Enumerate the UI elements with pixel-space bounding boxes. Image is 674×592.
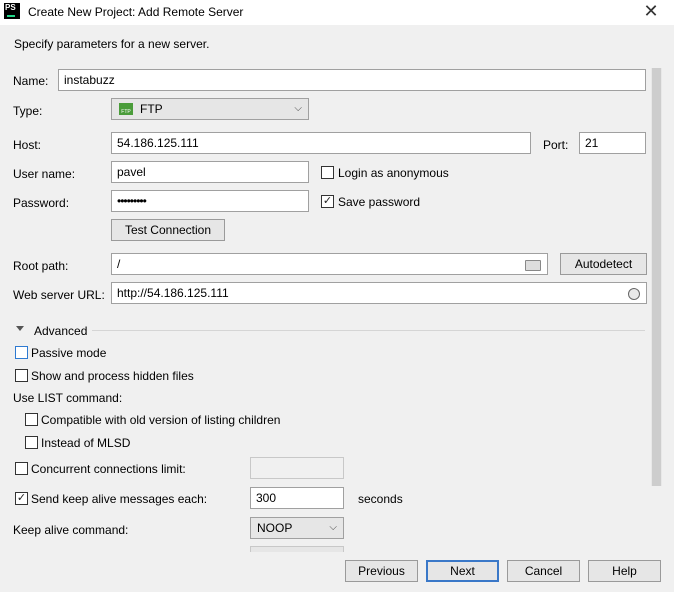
help-button[interactable]: Help — [588, 560, 661, 582]
dialog-subtitle: Specify parameters for a new server. — [14, 37, 210, 51]
close-icon[interactable]: ✕ — [640, 1, 662, 23]
keepalive-command-dropdown[interactable]: NOOP ⌵ — [250, 517, 344, 539]
compatible-listing-label: Compatible with old version of listing c… — [41, 413, 281, 427]
chevron-down-icon: ⌵ — [294, 103, 302, 114]
web-server-url-input[interactable]: http://54.186.125.111 — [111, 282, 647, 304]
password-input[interactable]: ••••••••• — [111, 190, 309, 212]
username-input[interactable]: pavel — [111, 161, 309, 183]
hidden-files-checkbox[interactable] — [15, 369, 28, 382]
password-label: Password: — [13, 196, 70, 210]
login-anonymous-label: Login as anonymous — [338, 166, 449, 180]
app-logo-icon: PS — [4, 3, 20, 19]
root-path-input[interactable]: / — [111, 253, 548, 275]
scrollbar-thumb[interactable] — [652, 68, 661, 486]
hidden-files-label: Show and process hidden files — [31, 369, 194, 383]
host-label: Host: — [13, 138, 42, 152]
advanced-separator — [92, 330, 645, 331]
root-path-label: Root path: — [13, 259, 69, 273]
root-path-value: / — [117, 257, 121, 271]
name-label: Name: — [13, 74, 49, 88]
keepalive-checkbox[interactable]: ✓ — [15, 492, 28, 505]
cancel-button[interactable]: Cancel — [507, 560, 580, 582]
type-label: Type: — [13, 104, 43, 118]
previous-button[interactable]: Previous — [345, 560, 418, 582]
keepalive-unit: seconds — [358, 492, 403, 506]
keepalive-command-label: Keep alive command: — [13, 523, 129, 537]
save-password-checkbox[interactable]: ✓ — [321, 195, 334, 208]
concurrent-limit-input — [250, 457, 344, 479]
passive-mode-label: Passive mode — [31, 346, 107, 360]
window-title: Create New Project: Add Remote Server — [28, 5, 244, 19]
check-icon: ✓ — [16, 492, 27, 504]
host-input[interactable]: 54.186.125.111 — [111, 132, 531, 154]
instead-mlsd-label: Instead of MLSD — [41, 436, 131, 450]
web-server-url-label: Web server URL: — [13, 288, 105, 302]
port-input[interactable]: 21 — [579, 132, 646, 154]
next-button[interactable]: Next — [426, 560, 499, 582]
username-label: User name: — [13, 167, 76, 181]
type-value: FTP — [140, 102, 163, 116]
concurrent-limit-label: Concurrent connections limit: — [31, 462, 186, 476]
instead-mlsd-checkbox[interactable] — [25, 436, 38, 449]
compatible-listing-checkbox[interactable] — [25, 413, 38, 426]
autodetect-button[interactable]: Autodetect — [560, 253, 647, 275]
keepalive-command-value: NOOP — [257, 521, 293, 535]
chevron-down-icon: ⌵ — [329, 522, 337, 533]
check-icon: ✓ — [322, 195, 333, 207]
concurrent-limit-checkbox[interactable] — [15, 462, 28, 475]
passive-mode-checkbox[interactable] — [15, 346, 28, 359]
list-command-label: Use LIST command: — [13, 391, 123, 405]
login-anonymous-checkbox[interactable] — [321, 166, 334, 179]
save-password-label: Save password — [338, 195, 421, 209]
advanced-header[interactable]: Advanced — [34, 324, 87, 338]
ftp-icon: FTP — [119, 103, 133, 115]
name-input[interactable]: instabuzz — [58, 69, 646, 91]
type-dropdown[interactable]: FTP FTP ⌵ — [111, 98, 309, 120]
keepalive-interval-input[interactable]: 300 — [250, 487, 344, 509]
collapse-triangle-icon[interactable] — [16, 326, 24, 331]
port-label: Port: — [543, 138, 569, 152]
globe-icon[interactable] — [628, 288, 640, 300]
keepalive-label: Send keep alive messages each: — [31, 492, 208, 506]
test-connection-button[interactable]: Test Connection — [111, 219, 225, 241]
clipped-dropdown — [250, 546, 344, 552]
web-server-url-value: http://54.186.125.111 — [117, 286, 229, 300]
folder-icon[interactable] — [525, 260, 541, 271]
